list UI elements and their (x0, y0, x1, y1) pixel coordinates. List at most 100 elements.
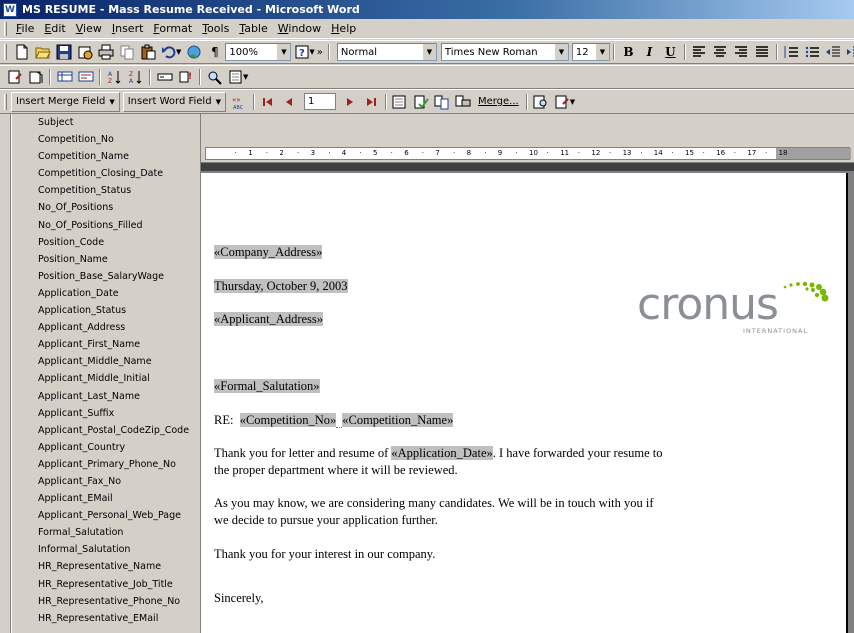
menu-view[interactable]: View (71, 22, 107, 35)
merge-field-item[interactable]: Applicant_Primary_Phone_No (12, 456, 200, 473)
merge-field-item[interactable]: HR_Representative_EMail (12, 610, 200, 627)
insert-hyperlink-icon[interactable] (183, 42, 204, 62)
menu-table[interactable]: Table (234, 22, 272, 35)
merge-field-item[interactable]: Application_Status (12, 302, 200, 319)
new-document-icon[interactable] (11, 42, 32, 62)
toolbar-options-dropdown-icon[interactable]: ▼ (243, 73, 248, 81)
increase-indent-icon[interactable] (844, 42, 854, 62)
insert-word-field-button[interactable]: Insert Word Field ▼ (122, 91, 226, 112)
menu-help[interactable]: Help (326, 22, 361, 35)
merge-field-competition-no[interactable]: «Competition_No» (239, 413, 337, 427)
merge-field-company-address[interactable]: «Company_Address» (214, 245, 323, 259)
check-errors-icon[interactable]: ! (175, 67, 196, 87)
print-icon[interactable] (95, 42, 116, 62)
menu-tools[interactable]: Tools (197, 22, 234, 35)
mail-merge-recipients-icon[interactable] (54, 67, 75, 87)
first-record-icon[interactable] (258, 92, 279, 112)
word-app-icon[interactable]: W (3, 2, 17, 17)
merge-field-item[interactable]: Subject (12, 114, 200, 131)
show-formatting-icon[interactable]: ¶ (204, 42, 225, 62)
merge-field-item[interactable]: Applicant_First_Name (12, 336, 200, 353)
merge-field-item[interactable]: Competition_Status (12, 182, 200, 199)
justify-icon[interactable] (752, 42, 773, 62)
insert-merge-field-button[interactable]: Insert Merge Field ▼ (11, 91, 120, 112)
merge-field-item[interactable]: HR_Representative_Phone_No (12, 593, 200, 610)
bold-button[interactable]: B (618, 42, 639, 62)
merge-field-item[interactable]: Applicant_Address (12, 319, 200, 336)
open-data-source-icon[interactable] (25, 67, 46, 87)
style-combo[interactable]: Normal ▼ (336, 43, 437, 61)
align-center-icon[interactable] (710, 42, 731, 62)
decrease-indent-icon[interactable] (823, 42, 844, 62)
open-folder-icon[interactable] (32, 42, 53, 62)
applicant-address-field[interactable]: «Applicant_Address» (214, 312, 324, 327)
document-page[interactable]: «Company_Address» Thursday, October 9, 2… (201, 173, 848, 633)
check-for-errors-icon[interactable] (411, 92, 432, 112)
merge-field-item[interactable]: Applicant_Suffix (12, 405, 200, 422)
italic-button[interactable]: I (639, 42, 660, 62)
find-record-icon[interactable] (390, 92, 411, 112)
main-document-setup-icon[interactable] (4, 67, 25, 87)
sort-descending-icon[interactable]: ZA (125, 67, 146, 87)
merge-field-item[interactable]: Position_Name (12, 251, 200, 268)
font-combo[interactable]: Times New Roman ▼ (440, 43, 569, 61)
help-dropdown-icon[interactable]: ▼ (309, 48, 314, 56)
merge-field-item[interactable]: Applicant_Country (12, 439, 200, 456)
chevron-down-icon[interactable]: ▼ (594, 44, 609, 60)
zoom-combo[interactable]: 100% ▼ (225, 43, 292, 61)
toolbar-grip[interactable] (4, 44, 7, 60)
align-left-icon[interactable] (689, 42, 710, 62)
view-merged-data-icon[interactable]: «» ABC (229, 92, 250, 112)
merge-field-formal-salutation[interactable]: «Formal_Salutation» (214, 379, 320, 393)
merge-field-item[interactable]: Applicant_Middle_Initial (12, 370, 200, 387)
bullets-icon[interactable] (802, 42, 823, 62)
font-size-combo[interactable]: 12 ▼ (571, 43, 610, 61)
merge-to-printer-icon[interactable] (453, 92, 474, 112)
menubar-grip[interactable] (4, 21, 7, 36)
merge-field-item[interactable]: No_Of_Positions (12, 199, 200, 216)
merge-field-item[interactable]: Position_Base_SalaryWage (12, 268, 200, 285)
chevron-down-icon[interactable]: ▼ (421, 44, 436, 60)
merge-field-item[interactable]: Applicant_Personal_Web_Page (12, 507, 200, 524)
merge-field-item[interactable]: HR_Representative_Job_Title (12, 576, 200, 593)
merge-field-item[interactable]: Competition_Closing_Date (12, 165, 200, 182)
last-record-icon[interactable] (361, 92, 382, 112)
date-field[interactable]: Thursday, October 9, 2003 (214, 279, 348, 293)
toolbar-grip[interactable] (4, 93, 7, 110)
record-number-input[interactable]: 1 (303, 93, 336, 110)
merge-field-item[interactable]: Application_Date (12, 285, 200, 302)
salutation-field[interactable]: «Formal_Salutation» (214, 379, 320, 394)
merge-field-item[interactable]: Competition_Name (12, 148, 200, 165)
merge-button[interactable]: Merge... (478, 96, 519, 107)
insert-address-block-icon[interactable] (75, 67, 96, 87)
paste-icon[interactable] (137, 42, 158, 62)
previous-record-icon[interactable] (279, 92, 300, 112)
toolbar-options-dropdown-icon[interactable]: ▼ (570, 98, 575, 106)
merge-field-application-date[interactable]: «Application_Date» (391, 446, 493, 460)
merge-field-item[interactable]: Informal_Salutation (12, 541, 200, 558)
chevron-down-icon[interactable]: ▼ (276, 44, 291, 60)
copy-icon[interactable] (116, 42, 137, 62)
permission-icon[interactable] (74, 42, 95, 62)
align-right-icon[interactable] (731, 42, 752, 62)
merge-field-item[interactable]: HR_Representative_Name (12, 558, 200, 575)
menu-window[interactable]: Window (273, 22, 326, 35)
find-entry-icon[interactable] (531, 92, 552, 112)
merge-field-item[interactable]: Applicant_Postal_CodeZip_Code (12, 422, 200, 439)
merge-field-item[interactable]: Applicant_Last_Name (12, 388, 200, 405)
merge-field-applicant-address[interactable]: «Applicant_Address» (214, 312, 324, 326)
find-entry-icon[interactable] (204, 67, 225, 87)
merge-field-item[interactable]: Applicant_Fax_No (12, 473, 200, 490)
chevron-down-icon[interactable]: ▼ (553, 44, 568, 60)
menu-edit[interactable]: Edit (39, 22, 70, 35)
merge-field-item[interactable]: No_Of_Positions_Filled (12, 217, 200, 234)
merge-field-item[interactable]: Position_Code (12, 234, 200, 251)
merge-field-item[interactable]: Competition_No (12, 131, 200, 148)
numbering-icon[interactable] (781, 42, 802, 62)
sort-ascending-icon[interactable]: AZ (104, 67, 125, 87)
undo-dropdown-icon[interactable]: ▼ (176, 48, 181, 56)
horizontal-ruler[interactable]: 1 · 2 · 3 · 4 · 5 · 6 · 7 · 8 · 9 · 10 · 11 · 12 · 13 · 14 · 15 · 16 · 1… (201, 144, 854, 163)
menu-file[interactable]: File (11, 22, 39, 35)
merge-field-item[interactable]: Applicant_Middle_Name (12, 353, 200, 370)
company-address-field[interactable]: «Company_Address» (214, 245, 323, 260)
